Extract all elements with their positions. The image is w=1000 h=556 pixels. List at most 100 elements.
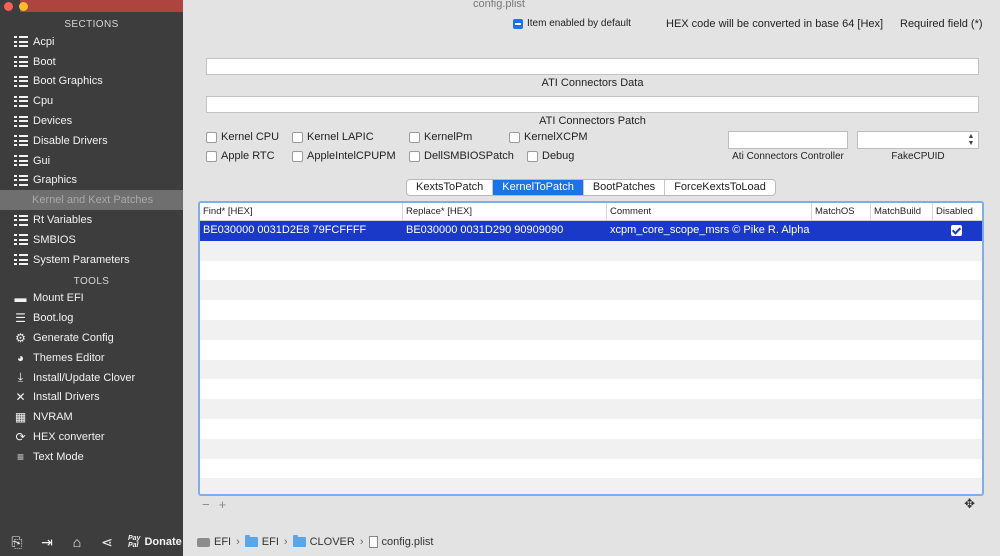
list-icon — [13, 55, 28, 69]
checkbox-appleintelcpupm[interactable]: AppleIntelCPUPM — [292, 150, 396, 162]
column-header-find[interactable]: Find* [HEX] — [200, 203, 403, 220]
tab-kexts-to-patch[interactable]: KextsToPatch — [407, 180, 494, 195]
list-icon — [13, 154, 28, 168]
tool-generate-config[interactable]: ⚙ Generate Config — [0, 328, 183, 348]
checkbox-kernelxcpm[interactable]: KernelXCPM — [509, 131, 588, 143]
sidebar-item-cpu[interactable]: Cpu — [0, 91, 183, 111]
checkbox-kernel-lapic[interactable]: Kernel LAPIC — [292, 131, 374, 143]
ati-connectors-data-input[interactable] — [206, 58, 979, 75]
checkbox-box[interactable] — [206, 131, 217, 143]
tool-boot-log[interactable]: ☰ Boot.log — [0, 308, 183, 328]
sidebar-item-graphics[interactable]: Graphics — [0, 171, 183, 191]
checkbox-label: Kernel LAPIC — [307, 131, 374, 143]
ati-connectors-controller-input[interactable] — [728, 131, 848, 149]
table-row-empty[interactable] — [200, 261, 982, 281]
sidebar-item-acpi[interactable]: Acpi — [0, 32, 183, 52]
open-file-icon[interactable]: ⎘ — [8, 534, 26, 551]
home-icon[interactable]: ⌂ — [68, 534, 86, 550]
table-row-empty[interactable] — [200, 280, 982, 301]
table-row-empty[interactable] — [200, 379, 982, 399]
sidebar-item-disable-drivers[interactable]: Disable Drivers — [0, 131, 183, 151]
fake-cpuid-input[interactable]: ▲ ▼ — [857, 131, 979, 149]
cell-find[interactable]: BE030000 0031D2E8 79FCFFFF — [200, 221, 403, 241]
checkbox-box[interactable] — [409, 131, 420, 143]
cell-matchos[interactable] — [812, 221, 871, 241]
tab-kernel-to-patch[interactable]: KernelToPatch — [493, 180, 584, 195]
tab-boot-patches[interactable]: BootPatches — [584, 180, 666, 195]
checkbox-box[interactable] — [292, 150, 303, 162]
checkbox-box[interactable] — [206, 150, 217, 162]
checkbox-dellsmbiospatch[interactable]: DellSMBIOSPatch — [409, 150, 514, 162]
sidebar-item-gui[interactable]: Gui — [0, 151, 183, 171]
table-row-empty[interactable] — [200, 399, 982, 419]
add-row-button[interactable]: + — [219, 497, 227, 512]
list-icon — [13, 114, 28, 128]
path-segment[interactable]: CLOVER — [310, 536, 355, 548]
column-header-matchbuild[interactable]: MatchBuild — [871, 203, 933, 220]
table-row-empty[interactable] — [200, 240, 982, 261]
cell-comment[interactable]: xcpm_core_scope_msrs © Pike R. Alpha — [607, 221, 812, 241]
donate-button[interactable]: Pay Pal Donate — [128, 535, 182, 549]
checkbox-box[interactable] — [527, 150, 538, 162]
tool-hex-converter[interactable]: ⟳ HEX converter — [0, 427, 183, 447]
checkbox-kernelpm[interactable]: KernelPm — [409, 131, 472, 143]
cell-replace[interactable]: BE030000 0031D290 90909090 — [403, 221, 607, 241]
path-segment[interactable]: config.plist — [382, 536, 434, 548]
tool-text-mode[interactable]: ≡ Text Mode — [0, 447, 183, 467]
checkbox-label: Apple RTC — [221, 150, 275, 162]
column-header-comment[interactable]: Comment — [607, 203, 812, 220]
checkbox-debug[interactable]: Debug — [527, 150, 574, 162]
tool-nvram[interactable]: ▦ NVRAM — [0, 407, 183, 427]
kernel-patches-table[interactable]: Find* [HEX] Replace* [HEX] Comment Match… — [198, 201, 984, 496]
checkbox-label: KernelPm — [424, 131, 473, 143]
sidebar-item-devices[interactable]: Devices — [0, 111, 183, 131]
checkbox-apple-rtc[interactable]: Apple RTC — [206, 150, 275, 162]
checkbox-box[interactable] — [292, 131, 303, 143]
move-icon[interactable]: ✥ — [964, 496, 975, 512]
ati-connectors-patch-input[interactable] — [206, 96, 979, 113]
tool-install-update-clover[interactable]: ⤓ Install/Update Clover — [0, 368, 183, 388]
convert-icon: ⟳ — [15, 430, 26, 445]
disabled-checkbox[interactable] — [951, 225, 962, 237]
sidebar-item-boot-graphics[interactable]: Boot Graphics — [0, 72, 183, 92]
table-row[interactable]: BE030000 0031D2E8 79FCFFFF BE030000 0031… — [200, 221, 982, 241]
sidebar-item-system-parameters[interactable]: System Parameters — [0, 250, 183, 270]
sidebar-item-kernel-and-kext-patches[interactable]: Kernel and Kext Patches — [0, 190, 183, 211]
list-icon — [13, 253, 28, 267]
minimize-window-button[interactable] — [19, 2, 28, 11]
table-row-empty[interactable] — [200, 319, 982, 340]
table-row-empty[interactable] — [200, 419, 982, 439]
export-icon[interactable]: ⇥ — [38, 534, 56, 551]
remove-row-button[interactable]: − — [202, 497, 210, 512]
path-bar: EFI › EFI › CLOVER › config.plist — [183, 528, 1000, 556]
share-icon[interactable]: ⋖ — [98, 534, 116, 551]
table-row-empty[interactable] — [200, 359, 982, 380]
column-header-replace[interactable]: Replace* [HEX] — [403, 203, 607, 220]
sidebar: SECTIONS Acpi Boot Boot Graphics Cpu Dev… — [0, 0, 183, 556]
tool-themes-editor[interactable]: ◕ Themes Editor — [0, 348, 183, 368]
column-header-matchos[interactable]: MatchOS — [812, 203, 871, 220]
path-segment[interactable]: EFI — [214, 536, 231, 548]
legend-required: Required field (*) — [900, 18, 983, 30]
stepper-icon[interactable]: ▲ ▼ — [966, 133, 976, 147]
table-row-empty[interactable] — [200, 340, 982, 360]
table-row-empty[interactable] — [200, 438, 982, 459]
table-row-empty[interactable] — [200, 459, 982, 479]
cell-disabled[interactable] — [933, 221, 980, 241]
checkbox-box[interactable] — [409, 150, 420, 162]
sidebar-item-rt-variables[interactable]: Rt Variables — [0, 210, 183, 230]
tab-force-kexts-to-load[interactable]: ForceKextsToLoad — [665, 180, 775, 195]
sidebar-item-smbios[interactable]: SMBIOS — [0, 230, 183, 250]
sidebar-item-boot[interactable]: Boot — [0, 52, 183, 72]
close-window-button[interactable] — [4, 2, 13, 11]
checkbox-box[interactable] — [509, 131, 520, 143]
cell-matchbuild[interactable] — [871, 221, 933, 241]
path-segment[interactable]: EFI — [262, 536, 279, 548]
checkbox-kernel-cpu[interactable]: Kernel CPU — [206, 131, 279, 143]
tool-mount-efi[interactable]: ▬ Mount EFI — [0, 289, 183, 309]
tool-install-drivers[interactable]: ✕ Install Drivers — [0, 388, 183, 408]
table-row-empty[interactable] — [200, 478, 982, 494]
table-row-empty[interactable] — [200, 300, 982, 320]
checkbox-label: DellSMBIOSPatch — [424, 150, 514, 162]
column-header-disabled[interactable]: Disabled — [933, 203, 980, 220]
